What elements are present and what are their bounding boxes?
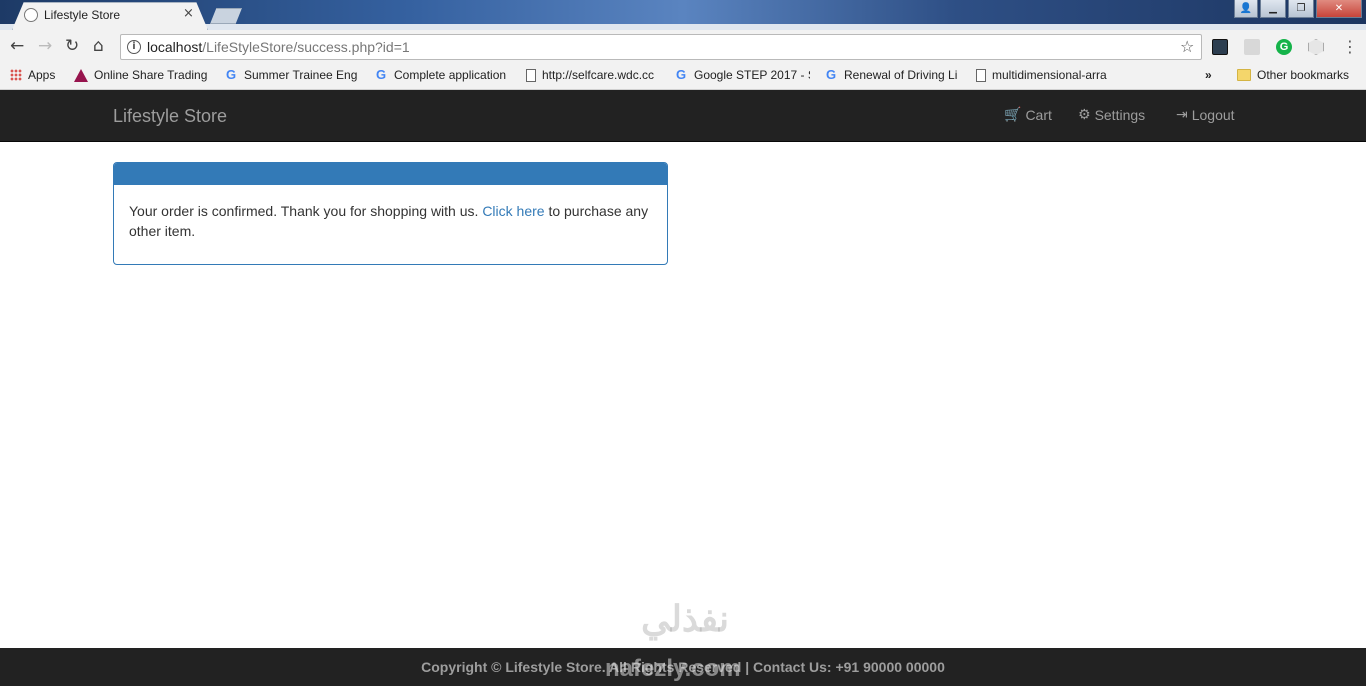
brand-link[interactable]: Lifestyle Store (113, 106, 227, 127)
bookmark-apps[interactable]: Apps (10, 68, 55, 82)
extension-dark-icon[interactable] (1212, 39, 1228, 55)
grammarly-extension-icon[interactable]: G (1276, 39, 1292, 55)
bookmark-label: http://selfcare.wdc.cc (542, 68, 655, 82)
bookmark-google-step[interactable]: G Google STEP 2017 - S (674, 68, 810, 82)
watermark-url: nafezly.com (605, 655, 741, 682)
browser-menu-icon[interactable]: ⋮ (1342, 37, 1358, 56)
gear-icon: ⚙ (1078, 107, 1091, 123)
nav-cart-label: Cart (1025, 107, 1052, 123)
bookmark-selfcare[interactable]: http://selfcare.wdc.cc (526, 68, 660, 82)
panel-body: Your order is confirmed. Thank you for s… (114, 185, 667, 257)
logout-icon: ⇥ (1176, 107, 1188, 123)
bookmark-complete-application[interactable]: G Complete application (374, 68, 510, 82)
address-url[interactable]: localhost/LifeStyleStore/success.php?id=… (147, 39, 410, 55)
site-info-icon[interactable]: i (127, 40, 141, 54)
google-icon: G (825, 68, 837, 82)
folder-icon (1237, 69, 1251, 81)
bookmark-star-icon[interactable]: ☆ (1180, 37, 1194, 56)
bookmark-label: Google STEP 2017 - S (694, 68, 810, 82)
bookmark-multidimensional[interactable]: multidimensional-arra (976, 68, 1112, 82)
cart-icon: 🛒 (1004, 107, 1022, 123)
forward-arrow-icon[interactable]: → (38, 36, 52, 56)
apps-grid-icon (10, 69, 22, 81)
reload-icon[interactable]: ↻ (65, 36, 79, 56)
watermark-logo: نفذلي (640, 598, 730, 639)
google-icon: G (225, 68, 237, 82)
panel-heading (114, 163, 667, 185)
google-icon: G (675, 68, 687, 82)
page-icon (526, 68, 536, 82)
google-icon: G (375, 68, 387, 82)
other-bookmarks-label: Other bookmarks (1257, 68, 1350, 82)
bookmark-label: multidimensional-arra (992, 68, 1107, 82)
bookmark-summer-trainee[interactable]: G Summer Trainee Eng (224, 68, 358, 82)
page-icon (976, 68, 986, 82)
bookmarks-overflow-button[interactable]: » (1205, 68, 1212, 82)
nav-logout-link[interactable]: ⇥ Logout (1176, 107, 1235, 123)
bookmark-label: Online Share Trading (94, 68, 208, 82)
axis-bank-icon (74, 68, 88, 82)
profile-icon[interactable]: 👤 (1234, 0, 1258, 18)
url-host: localhost (147, 39, 203, 55)
bookmark-label: Apps (28, 68, 56, 82)
nav-settings-label: Settings (1094, 107, 1146, 123)
bookmark-label: Complete application (394, 68, 507, 82)
order-confirmation-panel: Your order is confirmed. Thank you for s… (113, 162, 668, 265)
window-controls: 👤 ▁ ❐ ✕ (1234, 0, 1362, 18)
close-window-button[interactable]: ✕ (1316, 0, 1362, 18)
bookmark-label: Renewal of Driving Li (844, 68, 958, 82)
back-arrow-icon[interactable]: ← (10, 36, 24, 56)
tab-close-icon[interactable]: × (183, 6, 194, 21)
other-bookmarks[interactable]: Other bookmarks (1237, 68, 1349, 82)
bookmark-online-share-trading[interactable]: Online Share Trading (74, 68, 208, 82)
nav-cart-link[interactable]: 🛒 Cart (1004, 107, 1052, 123)
url-path: /LifeStyleStore/success.php?id=1 (202, 39, 410, 55)
minimize-button[interactable]: ▁ (1260, 0, 1286, 18)
bookmark-renewal-driving[interactable]: G Renewal of Driving Li (824, 68, 960, 82)
extension-pdf-icon[interactable] (1244, 39, 1260, 55)
restore-button[interactable]: ❐ (1288, 0, 1314, 18)
confirmation-message-start: Your order is confirmed. Thank you for s… (129, 203, 483, 219)
bookmark-label: Summer Trainee Eng (244, 68, 358, 82)
click-here-link[interactable]: Click here (482, 203, 544, 219)
tab-title: Lifestyle Store (44, 8, 121, 22)
nav-settings-link[interactable]: ⚙ Settings (1078, 107, 1145, 123)
home-icon[interactable]: ⌂ (93, 36, 104, 56)
nav-logout-label: Logout (1191, 107, 1235, 123)
tab-favicon-icon (24, 8, 38, 22)
